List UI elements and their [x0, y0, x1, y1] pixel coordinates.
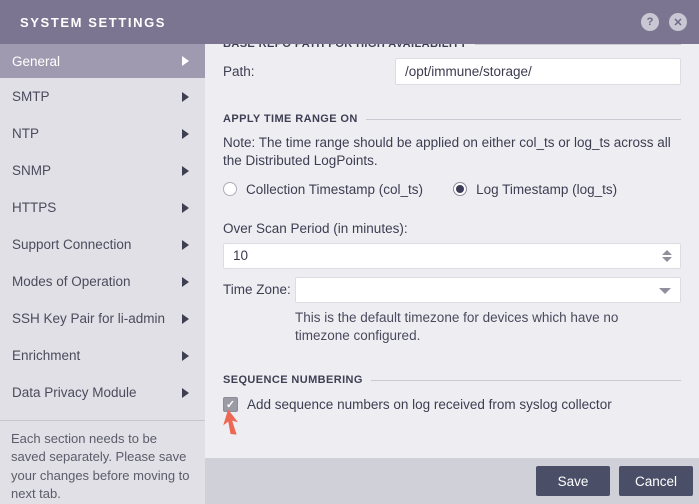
- dialog-title: SYSTEM SETTINGS: [20, 14, 167, 30]
- settings-content: BASE REPO PATH FOR HIGH AVAILABILITY Pat…: [205, 44, 699, 458]
- sidebar-item-data-privacy-module[interactable]: Data Privacy Module: [0, 374, 205, 411]
- over-scan-input[interactable]: 10: [223, 242, 681, 269]
- section-rule: [370, 379, 681, 381]
- section-sequence-header: SEQUENCE NUMBERING: [223, 373, 681, 387]
- settings-sidebar: General SMTP NTP SNMP HTTPS Support Conn…: [0, 44, 205, 504]
- sidebar-item-label: Data Privacy Module: [12, 385, 137, 400]
- annotation-arrow-icon: [223, 409, 238, 435]
- time-range-note: Note: The time range should be applied o…: [223, 135, 671, 169]
- chevron-right-icon: [182, 313, 189, 324]
- dialog-footer: Save Cancel: [205, 458, 699, 504]
- section-title: APPLY TIME RANGE ON: [223, 113, 358, 125]
- dropdown-caret-icon: [659, 287, 671, 294]
- radio-collection-timestamp[interactable]: Collection Timestamp (col_ts): [223, 182, 423, 197]
- sidebar-item-label: SSH Key Pair for li-admin: [12, 311, 166, 326]
- sidebar-item-label: General: [12, 53, 61, 69]
- sidebar-item-modes-of-operation[interactable]: Modes of Operation: [0, 263, 205, 300]
- sidebar-item-general[interactable]: General: [0, 44, 205, 78]
- path-input[interactable]: /opt/immune/storage/: [395, 58, 681, 85]
- chevron-right-icon: [182, 350, 189, 361]
- sidebar-item-label: HTTPS: [12, 200, 57, 215]
- sequence-checkbox[interactable]: ✓: [223, 397, 238, 413]
- sidebar-item-label: Enrichment: [12, 348, 81, 363]
- sidebar-item-ssh-key-pair[interactable]: SSH Key Pair for li-admin: [0, 300, 205, 337]
- radio-icon: [223, 182, 237, 197]
- chevron-right-icon: [182, 202, 189, 213]
- sidebar-save-note: Each section needs to be saved separatel…: [11, 431, 190, 502]
- section-title: SEQUENCE NUMBERING: [223, 374, 363, 387]
- timezone-label: Time Zone:: [223, 282, 291, 298]
- path-row: Path: /opt/immune/storage/: [223, 58, 681, 85]
- over-scan-value: 10: [233, 248, 249, 264]
- section-title: BASE REPO PATH FOR HIGH AVAILABILITY: [223, 44, 468, 50]
- system-settings-dialog: SYSTEM SETTINGS ? ✕ General SMTP NTP SNM…: [0, 0, 699, 504]
- chevron-right-icon: [182, 128, 189, 139]
- timestamp-radio-group: Collection Timestamp (col_ts) Log Timest…: [223, 182, 681, 197]
- cancel-button[interactable]: Cancel: [619, 466, 693, 496]
- header-icons: ? ✕: [641, 13, 687, 31]
- sidebar-item-support-connection[interactable]: Support Connection: [0, 226, 205, 263]
- timezone-row: Time Zone:: [223, 276, 681, 303]
- path-label: Path:: [223, 64, 255, 79]
- section-rule: [475, 44, 681, 45]
- over-scan-label: Over Scan Period (in minutes):: [223, 220, 408, 236]
- timezone-help-text: This is the default timezone for devices…: [295, 309, 619, 344]
- save-button[interactable]: Save: [536, 466, 610, 496]
- section-rule: [365, 118, 681, 120]
- radio-log-timestamp[interactable]: Log Timestamp (log_ts): [453, 182, 617, 197]
- spinner-down-icon[interactable]: [662, 256, 672, 262]
- sidebar-item-enrichment[interactable]: Enrichment: [0, 337, 205, 374]
- radio-icon: [453, 182, 468, 197]
- radio-label: Collection Timestamp (col_ts): [246, 181, 424, 197]
- spinner-up-icon[interactable]: [662, 249, 672, 255]
- chevron-right-icon: [182, 91, 189, 102]
- chevron-right-icon: [182, 56, 189, 66]
- sequence-checkbox-row: ✓ Add sequence numbers on log received f…: [223, 397, 681, 413]
- sidebar-item-smtp[interactable]: SMTP: [0, 78, 205, 115]
- close-icon[interactable]: ✕: [669, 13, 687, 31]
- sidebar-item-snmp[interactable]: SNMP: [0, 152, 205, 189]
- timezone-select[interactable]: [295, 276, 681, 303]
- section-time-range-header: APPLY TIME RANGE ON: [223, 112, 681, 126]
- sidebar-item-label: Support Connection: [12, 237, 132, 252]
- sidebar-item-label: Modes of Operation: [12, 274, 131, 289]
- sidebar-item-label: NTP: [12, 126, 39, 141]
- chevron-right-icon: [182, 276, 189, 287]
- number-spinner[interactable]: [662, 244, 672, 268]
- chevron-right-icon: [182, 387, 189, 398]
- sidebar-item-label: SMTP: [12, 89, 50, 104]
- chevron-right-icon: [182, 239, 189, 250]
- sidebar-item-ntp[interactable]: NTP: [0, 115, 205, 152]
- sidebar-item-https[interactable]: HTTPS: [0, 189, 205, 226]
- sidebar-item-label: SNMP: [12, 163, 52, 178]
- radio-label: Log Timestamp (log_ts): [476, 181, 618, 197]
- chevron-right-icon: [182, 165, 189, 176]
- help-icon[interactable]: ?: [641, 13, 659, 31]
- section-base-repo-header: BASE REPO PATH FOR HIGH AVAILABILITY: [223, 44, 681, 51]
- sequence-checkbox-label: Add sequence numbers on log received fro…: [247, 397, 612, 413]
- dialog-header: SYSTEM SETTINGS ? ✕: [0, 0, 699, 44]
